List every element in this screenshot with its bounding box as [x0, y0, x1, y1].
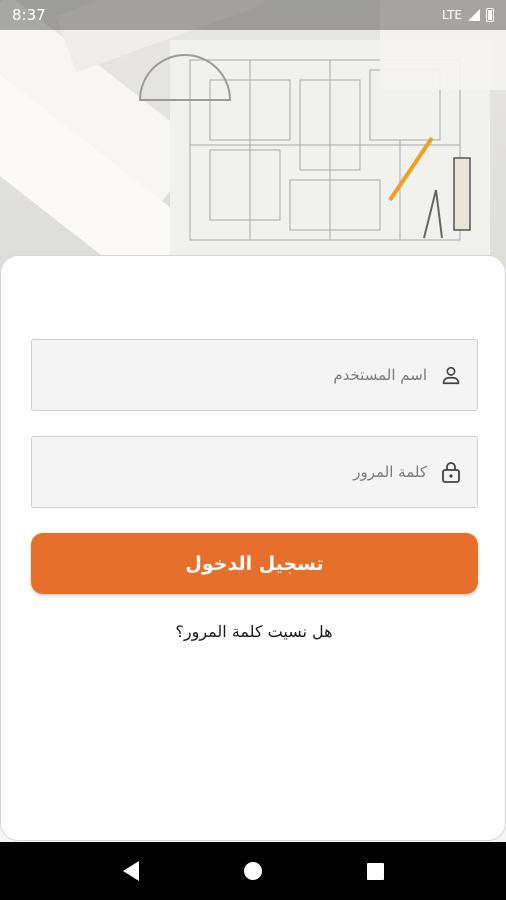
- status-time: 8:37: [12, 6, 46, 24]
- back-icon: [123, 861, 139, 881]
- user-icon: [439, 363, 463, 387]
- login-card: تسجيل الدخول هل نسيت كلمة المرور؟: [0, 255, 506, 841]
- status-icons: LTE: [442, 8, 494, 22]
- forgot-password-link[interactable]: هل نسيت كلمة المرور؟: [1, 622, 506, 641]
- lock-icon: [439, 460, 463, 484]
- password-input[interactable]: [46, 437, 427, 507]
- username-field[interactable]: [31, 339, 478, 411]
- blueprint-illustration: [0, 0, 506, 290]
- hero-background: [0, 0, 506, 290]
- username-input[interactable]: [46, 340, 427, 410]
- signal-icon: [468, 9, 480, 21]
- home-button[interactable]: [233, 851, 273, 891]
- network-label: LTE: [442, 8, 462, 22]
- login-button[interactable]: تسجيل الدخول: [31, 533, 478, 594]
- back-button[interactable]: [111, 851, 151, 891]
- navigation-bar: [0, 842, 506, 900]
- status-bar: 8:37 LTE: [0, 0, 506, 30]
- recents-icon: [366, 862, 384, 880]
- battery-icon: [486, 8, 494, 22]
- password-field[interactable]: [31, 436, 478, 508]
- recents-button[interactable]: [355, 851, 395, 891]
- home-icon: [244, 862, 262, 880]
